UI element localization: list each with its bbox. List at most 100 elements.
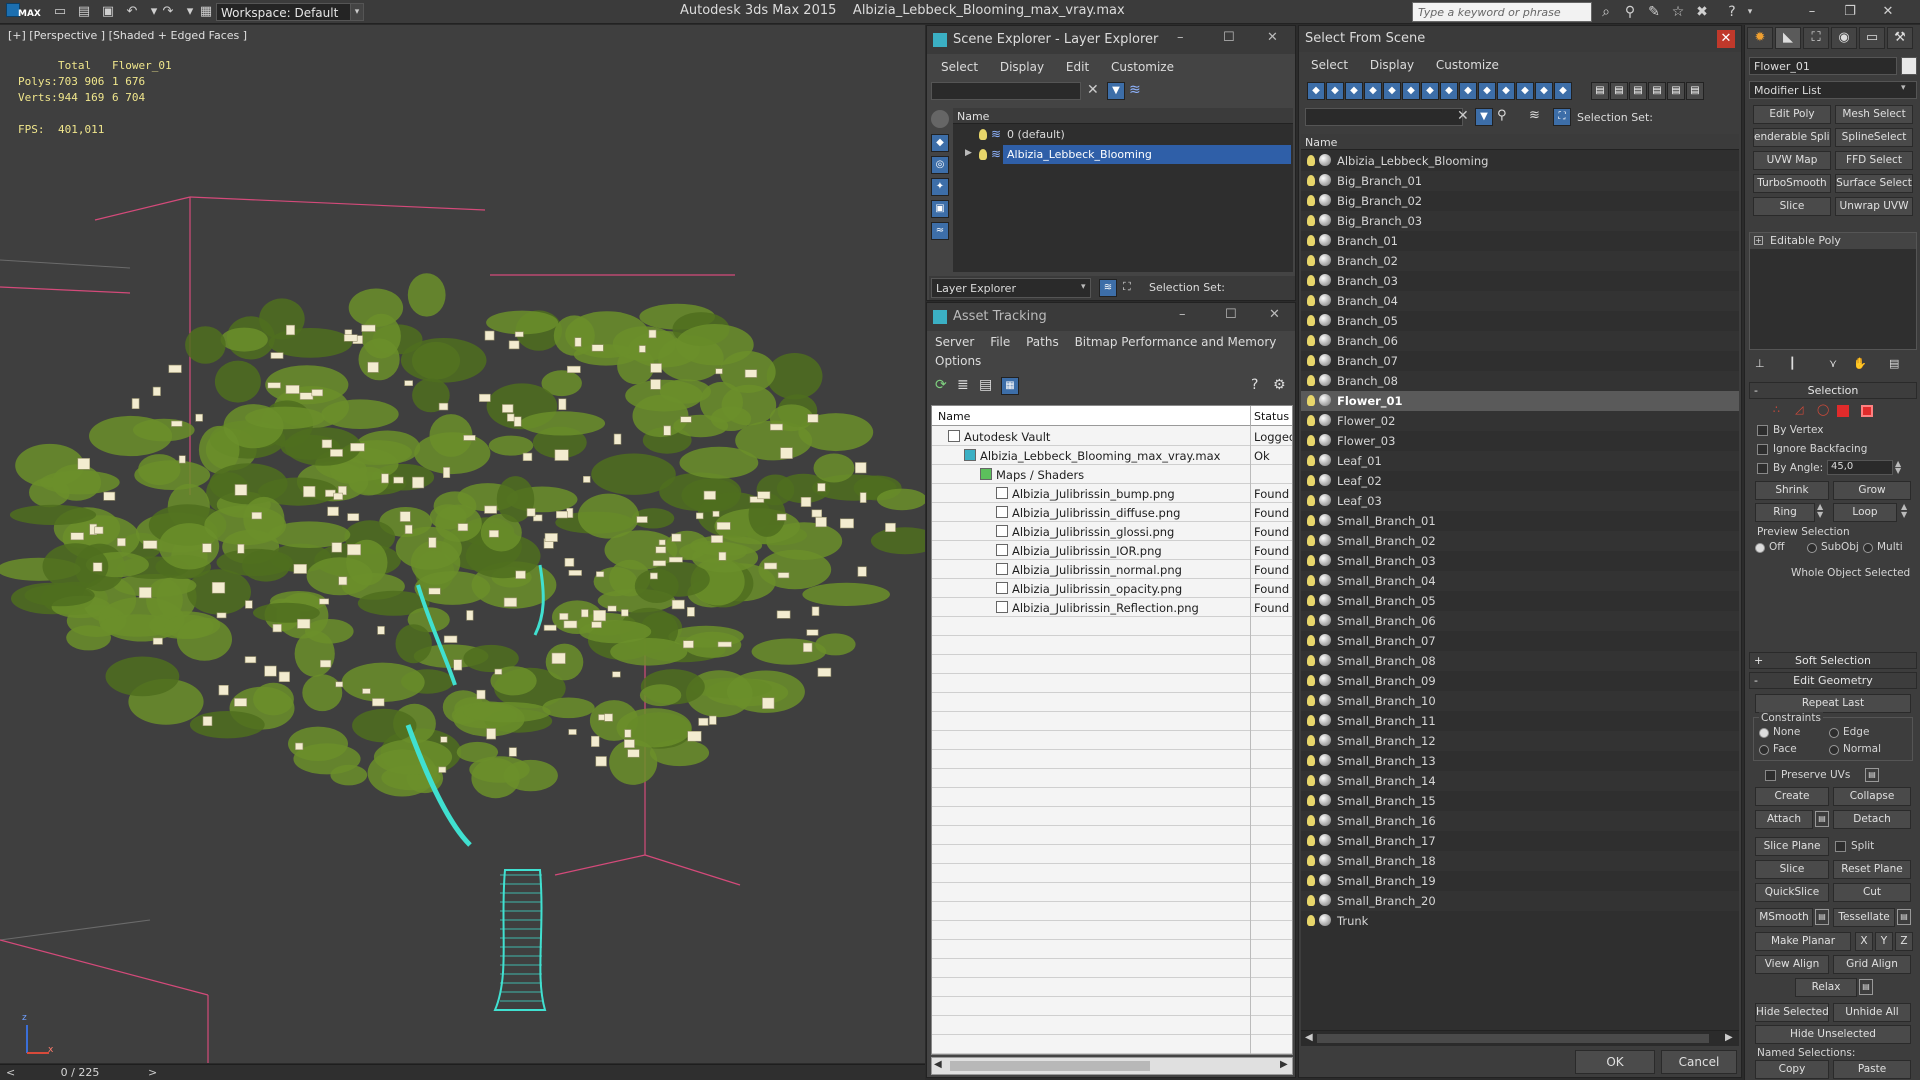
asset-col-name[interactable]: Name <box>938 410 970 423</box>
display-cameras-icon[interactable]: ▣ <box>931 200 949 218</box>
object-visibility-bulb-icon[interactable] <box>1307 335 1315 346</box>
modifier-button[interactable]: UVW Map <box>1753 151 1831 170</box>
scene-explorer-search-input[interactable] <box>931 82 1081 100</box>
vertex-icon[interactable]: ∴ <box>1773 403 1780 416</box>
select-hierarchy-icon[interactable]: ⛶ <box>1553 108 1571 126</box>
motion-tab-icon[interactable]: ◉ <box>1831 27 1857 49</box>
object-visibility-bulb-icon[interactable] <box>1307 215 1315 226</box>
create-button[interactable]: Create <box>1755 787 1829 806</box>
menu-select[interactable]: Select <box>941 60 978 74</box>
object-name-field[interactable]: Flower_01 <box>1749 57 1897 75</box>
asset-menu-bitmap[interactable]: Bitmap Performance and Memory <box>1075 335 1277 349</box>
preview-multi-radio[interactable] <box>1863 543 1873 553</box>
object-visibility-bulb-icon[interactable] <box>1307 355 1315 366</box>
relax-settings-icon[interactable]: ▤ <box>1859 979 1873 995</box>
display-shapes-icon[interactable]: ◎ <box>931 156 949 174</box>
by-angle-input[interactable]: 45,0 <box>1827 460 1893 475</box>
preserve-uvs-checkbox[interactable] <box>1765 770 1776 781</box>
select-hscrollbar[interactable]: ◀ ▶ <box>1301 1030 1739 1046</box>
cancel-button[interactable]: Cancel <box>1661 1050 1737 1074</box>
object-visibility-bulb-icon[interactable] <box>1307 595 1315 606</box>
display-containers-icon[interactable]: ◆ <box>1497 82 1515 100</box>
menu-display[interactable]: Display <box>1000 60 1044 74</box>
modifier-button[interactable]: Surface Select <box>1835 174 1913 193</box>
polygon-icon[interactable] <box>1837 405 1849 417</box>
modifier-button[interactable]: TurboSmooth <box>1753 174 1831 193</box>
display-helpers-icon[interactable]: ≈ <box>931 222 949 240</box>
display-lights-icon[interactable]: ◆ <box>1364 82 1382 100</box>
layer-visibility-bulb-icon[interactable] <box>979 129 987 140</box>
time-next-button[interactable]: > <box>148 1066 157 1079</box>
select-close-icon[interactable]: ✕ <box>1717 30 1735 48</box>
object-row[interactable]: Branch_02 <box>1301 251 1739 271</box>
column-chooser-icon[interactable]: ▤ <box>1686 82 1704 100</box>
grid-align-button[interactable]: Grid Align <box>1833 955 1911 974</box>
object-visibility-bulb-icon[interactable] <box>1307 675 1315 686</box>
display-spacewarps-icon[interactable]: ◆ <box>1421 82 1439 100</box>
relax-button[interactable]: Relax <box>1795 978 1857 997</box>
sync-selection-icon[interactable]: ▤ <box>1648 82 1666 100</box>
select-from-scene-titlebar[interactable]: Select From Scene ✕ <box>1299 26 1741 52</box>
object-row[interactable]: Small_Branch_10 <box>1301 691 1739 711</box>
ring-button[interactable]: Ring <box>1755 503 1815 522</box>
ring-spinner-icon[interactable]: ▲ ▼ <box>1817 503 1823 519</box>
object-row[interactable]: Small_Branch_09 <box>1301 671 1739 691</box>
display-cameras-icon[interactable]: ◆ <box>1383 82 1401 100</box>
search-input[interactable]: Type a keyword or phrase <box>1412 2 1592 22</box>
object-row[interactable]: Small_Branch_12 <box>1301 731 1739 751</box>
display-frozen-icon[interactable]: ◆ <box>1516 82 1534 100</box>
minimize-window-icon[interactable]: – <box>1800 2 1824 22</box>
object-visibility-bulb-icon[interactable] <box>1307 495 1315 506</box>
object-visibility-bulb-icon[interactable] <box>1307 395 1315 406</box>
asset-menu-server[interactable]: Server <box>935 335 974 349</box>
asset-close-icon[interactable]: ✕ <box>1269 307 1280 322</box>
clear-search-icon[interactable]: ✕ <box>1087 82 1099 98</box>
object-row[interactable]: Small_Branch_14 <box>1301 771 1739 791</box>
asset-help-icon[interactable]: ? <box>1251 377 1258 393</box>
asset-menu-options[interactable]: Options <box>935 354 981 368</box>
object-row[interactable]: Small_Branch_20 <box>1301 891 1739 911</box>
binoculars-icon[interactable]: ⌕ <box>1596 3 1616 21</box>
help-dropdown-icon[interactable]: ▾ <box>1740 3 1760 21</box>
select-menu-customize[interactable]: Customize <box>1436 58 1499 72</box>
object-row[interactable]: Leaf_03 <box>1301 491 1739 511</box>
by-vertex-checkbox[interactable] <box>1757 425 1768 436</box>
element-icon[interactable] <box>1861 405 1873 417</box>
close-window-icon[interactable]: ✕ <box>1876 2 1900 22</box>
display-none-icon[interactable]: ◆ <box>1307 82 1325 100</box>
split-checkbox[interactable] <box>1835 841 1846 852</box>
display-geometry-icon[interactable]: ◆ <box>1326 82 1344 100</box>
constraint-normal-radio[interactable] <box>1829 745 1839 755</box>
configure-modifier-sets-icon[interactable]: ▤ <box>1889 357 1899 370</box>
object-row[interactable]: Branch_04 <box>1301 291 1739 311</box>
object-visibility-bulb-icon[interactable] <box>1307 535 1315 546</box>
hierarchy-tab-icon[interactable]: ⛶ <box>1803 27 1829 49</box>
loop-spinner-icon[interactable]: ▲ ▼ <box>1901 503 1907 519</box>
select-menu-select[interactable]: Select <box>1311 58 1348 72</box>
object-visibility-bulb-icon[interactable] <box>1307 555 1315 566</box>
display-shapes-icon[interactable]: ◆ <box>1345 82 1363 100</box>
planar-x-button[interactable]: X <box>1855 932 1873 951</box>
object-visibility-bulb-icon[interactable] <box>1307 855 1315 866</box>
select-layer-icon[interactable]: ≋ <box>1529 108 1540 123</box>
menu-edit[interactable]: Edit <box>1066 60 1089 74</box>
repeat-last-button[interactable]: Repeat Last <box>1755 694 1911 713</box>
create-tab-icon[interactable]: ✹ <box>1747 27 1773 49</box>
attach-list-icon[interactable]: ▤ <box>1815 811 1829 827</box>
object-visibility-bulb-icon[interactable] <box>1307 275 1315 286</box>
object-visibility-bulb-icon[interactable] <box>1307 715 1315 726</box>
object-row[interactable]: Albizia_Lebbeck_Blooming <box>1301 151 1739 171</box>
object-visibility-bulb-icon[interactable] <box>1307 635 1315 646</box>
asset-scroll-thumb[interactable] <box>950 1061 1150 1071</box>
redo-dropdown-icon[interactable]: ▾ <box>182 4 198 20</box>
asset-options-icon[interactable]: ⚙ <box>1273 377 1286 393</box>
select-menu-display[interactable]: Display <box>1370 58 1414 72</box>
view-align-button[interactable]: View Align <box>1755 955 1829 974</box>
shrink-button[interactable]: Shrink <box>1755 481 1829 500</box>
msmooth-button[interactable]: MSmooth <box>1755 908 1813 927</box>
reset-plane-button[interactable]: Reset Plane <box>1833 860 1911 879</box>
object-visibility-bulb-icon[interactable] <box>1307 835 1315 846</box>
select-none-icon[interactable]: ▤ <box>1610 82 1628 100</box>
object-row[interactable]: Flower_03 <box>1301 431 1739 451</box>
layer-expand-icon[interactable]: ▶ <box>965 148 972 158</box>
